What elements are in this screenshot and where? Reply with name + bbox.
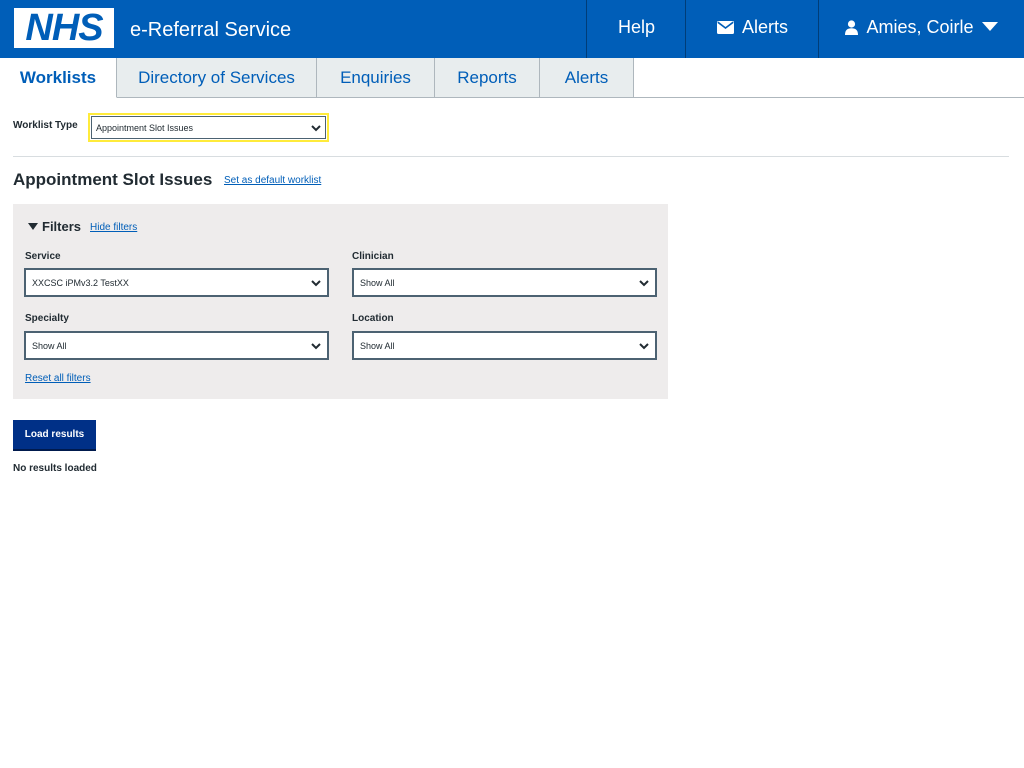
clinician-select[interactable]: Show All (352, 268, 657, 297)
service-select[interactable]: XXCSC iPMv3.2 TestXX (24, 268, 329, 297)
chevron-down-icon (311, 342, 321, 352)
page-title: Appointment Slot Issues (13, 170, 213, 189)
worklist-type-select[interactable]: Appointment Slot Issues (88, 113, 329, 142)
reset-filters-link[interactable]: Reset all filters (25, 373, 91, 384)
service-label: Service (25, 251, 61, 262)
filters-panel (13, 204, 668, 399)
help-label: Help (617, 16, 656, 37)
triangle-down-icon (28, 219, 38, 234)
tab-reports[interactable]: Reports (435, 58, 540, 98)
location-select[interactable]: Show All (352, 331, 657, 360)
clinician-label: Clinician (352, 251, 394, 262)
tab-worklists[interactable]: Worklists (0, 58, 117, 98)
alerts-link[interactable]: Alerts (685, 0, 819, 58)
nhs-logo-text: NHS (25, 7, 103, 49)
set-default-worklist-link[interactable]: Set as default worklist (224, 175, 321, 186)
tab-label: Reports (457, 67, 517, 87)
nhs-logo[interactable]: NHS (14, 8, 114, 48)
specialty-select[interactable]: Show All (24, 331, 329, 360)
chevron-down-icon (311, 124, 321, 134)
tab-label: Worklists (19, 67, 97, 87)
hide-filters-link[interactable]: Hide filters (90, 222, 137, 233)
worklist-type-value: Appointment Slot Issues (96, 122, 194, 133)
user-menu[interactable]: Amies, Coirle (818, 0, 1024, 58)
service-name[interactable]: e-Referral Service (130, 19, 291, 41)
specialty-value: Show All (32, 340, 67, 351)
load-results-button[interactable]: Load results (13, 420, 96, 449)
caret-down-icon (981, 22, 998, 32)
clinician-value: Show All (360, 277, 395, 288)
envelope-icon (716, 20, 734, 34)
tab-alerts[interactable]: Alerts (540, 58, 634, 98)
filters-label: Filters (42, 219, 82, 234)
user-name: Amies, Coirle (866, 16, 974, 37)
tab-label: Enquiries (340, 67, 411, 87)
location-value: Show All (360, 340, 395, 351)
tab-enquiries[interactable]: Enquiries (317, 58, 435, 98)
specialty-label: Specialty (25, 313, 69, 324)
site-header: NHS e-Referral Service Help Alerts Amies… (0, 0, 1024, 58)
results-status: No results loaded (13, 463, 97, 474)
chevron-down-icon (639, 279, 649, 289)
tab-directory-of-services[interactable]: Directory of Services (117, 58, 317, 98)
help-link[interactable]: Help (586, 0, 686, 58)
service-value: XXCSC iPMv3.2 TestXX (32, 277, 129, 288)
alerts-label: Alerts (741, 16, 788, 37)
tab-label: Directory of Services (138, 67, 295, 87)
filters-toggle[interactable]: Filters (28, 219, 81, 234)
tab-label: Alerts (564, 67, 609, 87)
chevron-down-icon (639, 342, 649, 352)
user-icon (845, 19, 859, 35)
location-label: Location (352, 313, 394, 324)
worklist-type-label: Worklist Type (13, 120, 78, 131)
load-results-label: Load results (24, 429, 85, 440)
chevron-down-icon (311, 279, 321, 289)
section-divider (13, 156, 1009, 157)
